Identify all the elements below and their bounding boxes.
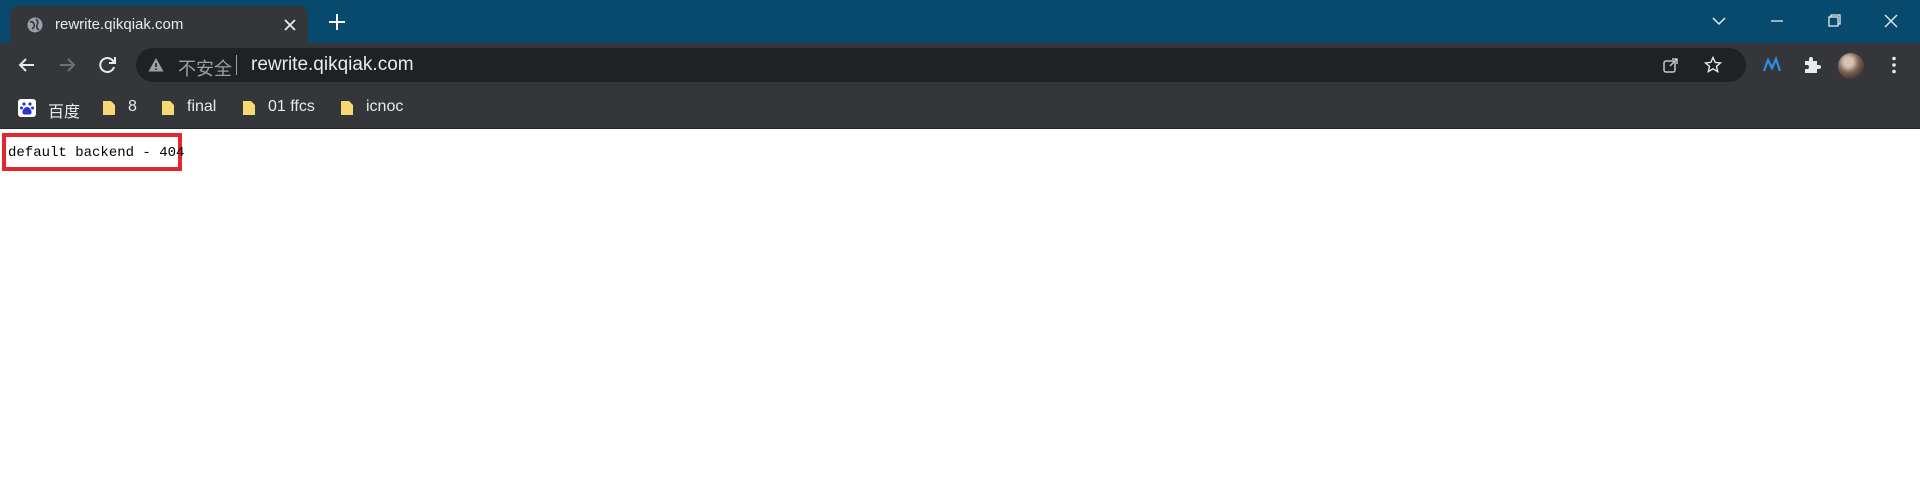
star-icon[interactable] — [1704, 56, 1722, 74]
folder-icon — [341, 101, 353, 115]
address-bar[interactable]: 不安全 rewrite.qikqiak.com — [136, 48, 1746, 82]
page-content: default backend - 404 — [0, 129, 1920, 490]
close-icon[interactable] — [281, 16, 299, 34]
divider — [236, 55, 237, 75]
share-icon[interactable] — [1662, 56, 1680, 74]
security-status[interactable]: 不安全 — [178, 55, 232, 81]
warning-icon[interactable] — [148, 57, 164, 73]
restore-icon[interactable] — [1821, 8, 1847, 34]
tab-active[interactable]: rewrite.qikqiak.com — [10, 6, 308, 43]
profile-avatar[interactable] — [1838, 53, 1864, 79]
bookmark-label: 8 — [128, 98, 137, 115]
error-message: default backend - 404 — [8, 145, 185, 161]
extension-logo-icon[interactable] — [1761, 54, 1783, 76]
chevron-down-icon[interactable] — [1706, 8, 1732, 34]
bookmark-label: 01 ffcs — [268, 98, 315, 115]
tab-strip: rewrite.qikqiak.com — [0, 0, 1920, 43]
folder-icon — [243, 101, 255, 115]
plus-icon[interactable] — [326, 11, 348, 33]
bookmark-label: 百度 — [48, 104, 81, 121]
globe-icon — [27, 17, 43, 33]
kebab-menu-icon[interactable] — [1883, 54, 1905, 76]
window-close-icon[interactable] — [1878, 8, 1904, 34]
tab-title: rewrite.qikqiak.com — [55, 16, 184, 33]
minimize-icon[interactable] — [1764, 8, 1790, 34]
baidu-icon — [18, 99, 36, 117]
bookmarks-bar: 百度 8 final 01 ffcs icnoc — [0, 87, 1920, 129]
bookmark-label: final — [187, 98, 217, 115]
url-text[interactable]: rewrite.qikqiak.com — [251, 54, 414, 76]
back-arrow-icon[interactable] — [14, 52, 40, 78]
puzzle-icon[interactable] — [1801, 54, 1823, 76]
folder-icon — [162, 101, 174, 115]
folder-icon — [103, 101, 115, 115]
browser-toolbar: 不安全 rewrite.qikqiak.com — [0, 43, 1920, 87]
bookmark-label: icnoc — [366, 98, 404, 115]
reload-icon[interactable] — [95, 52, 121, 78]
forward-arrow-icon[interactable] — [54, 52, 80, 78]
